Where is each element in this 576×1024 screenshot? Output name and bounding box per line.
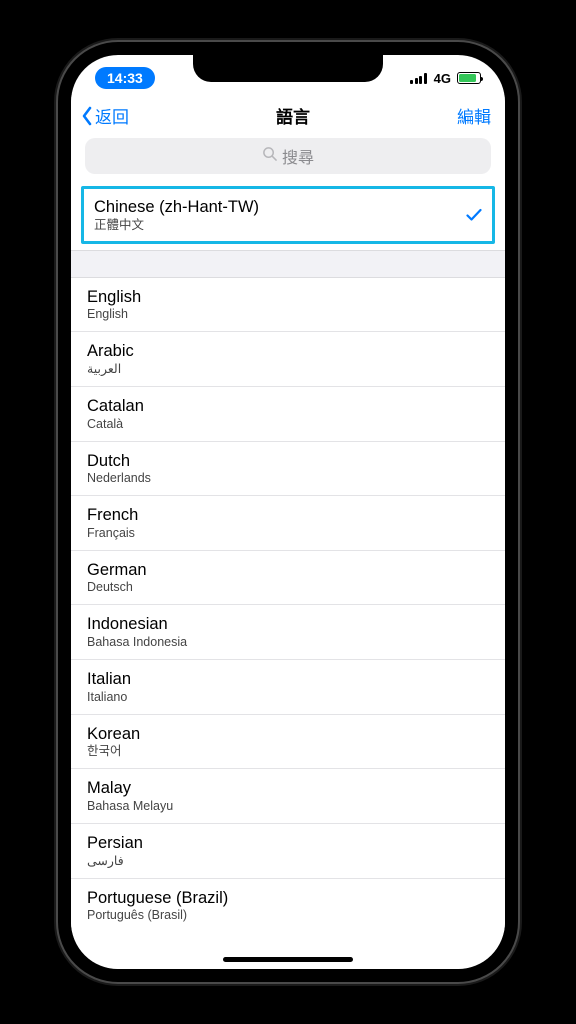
list-item[interactable]: Persian فارسی [71,824,505,879]
language-native: Français [87,526,489,541]
list-item[interactable]: Portuguese (Brazil) Português (Brasil) [71,879,505,933]
list-item[interactable]: French Français [71,496,505,551]
language-native: Italiano [87,690,489,705]
signal-icon [410,73,427,84]
search-container: 搜尋 [71,138,505,184]
language-name: Persian [87,833,489,854]
language-name: Italian [87,669,489,690]
screen: 14:33 4G 返回 語言 編輯 [71,55,505,969]
search-input[interactable]: 搜尋 [85,138,491,174]
page-title: 語言 [276,103,310,128]
language-native: Català [87,417,489,432]
selected-language-row[interactable]: Chinese (zh-Hant-TW) 正體中文 [81,186,495,244]
battery-icon [457,72,481,84]
language-name: Dutch [87,451,489,472]
list-item[interactable]: Korean 한국어 [71,715,505,770]
language-native: Nederlands [87,471,489,486]
language-name: Portuguese (Brazil) [87,888,489,909]
language-name: English [87,287,489,308]
language-native: Bahasa Melayu [87,799,489,814]
search-icon [262,146,277,166]
list-item[interactable]: Malay Bahasa Melayu [71,769,505,824]
list-item[interactable]: Italian Italiano [71,660,505,715]
search-placeholder: 搜尋 [282,144,314,168]
language-native: Bahasa Indonesia [87,635,489,650]
language-name: French [87,505,489,526]
language-list: English English Arabic العربية Catalan C… [71,278,505,933]
language-name: Arabic [87,341,489,362]
back-button[interactable]: 返回 [81,103,129,128]
language-name: Indonesian [87,614,489,635]
language-name: Korean [87,724,489,745]
checkmark-icon [466,208,482,222]
back-label: 返回 [95,103,129,128]
selected-language-name: Chinese (zh-Hant-TW) [94,197,259,218]
network-label: 4G [434,71,451,86]
phone-frame: 14:33 4G 返回 語言 編輯 [58,42,518,982]
status-right: 4G [410,71,481,86]
list-item[interactable]: German Deutsch [71,551,505,606]
list-item[interactable]: Dutch Nederlands [71,442,505,497]
list-item[interactable]: Indonesian Bahasa Indonesia [71,605,505,660]
language-native: 한국어 [87,744,489,759]
language-name: Malay [87,778,489,799]
content-area: Chinese (zh-Hant-TW) 正體中文 English Englis… [71,184,505,969]
language-name: German [87,560,489,581]
status-time: 14:33 [95,67,155,89]
chevron-left-icon [81,106,93,126]
language-native: Português (Brasil) [87,908,489,923]
selected-language-native: 正體中文 [94,218,259,233]
list-item[interactable]: English English [71,278,505,333]
nav-bar: 返回 語言 編輯 [71,95,505,138]
language-native: English [87,307,489,322]
home-indicator[interactable] [223,957,353,962]
edit-button[interactable]: 編輯 [457,103,491,128]
language-native: فارسی [87,854,489,869]
language-name: Catalan [87,396,489,417]
language-native: العربية [87,362,489,377]
list-item[interactable]: Arabic العربية [71,332,505,387]
section-gap [71,250,505,278]
language-native: Deutsch [87,580,489,595]
list-item[interactable]: Catalan Català [71,387,505,442]
notch [193,54,383,82]
